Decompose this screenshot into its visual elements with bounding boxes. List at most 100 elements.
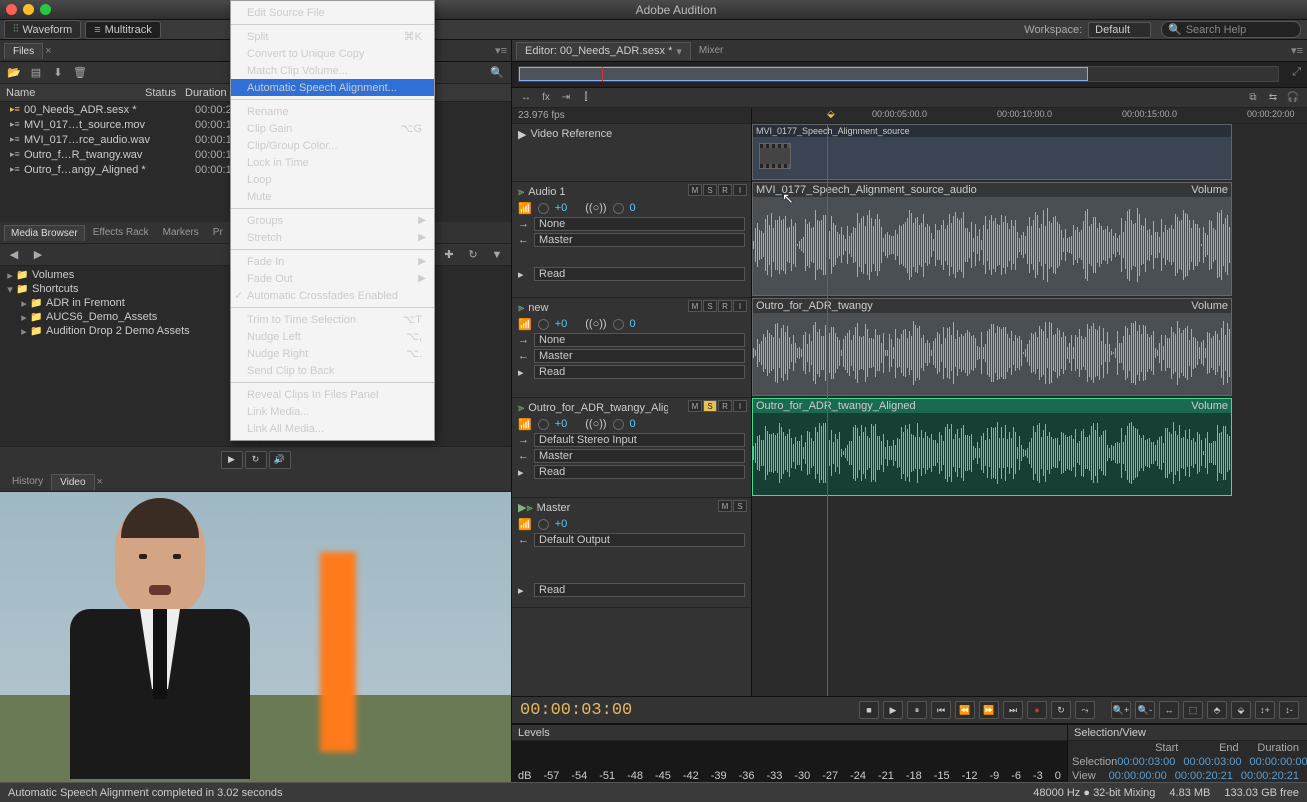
monitor-button[interactable]: I <box>733 300 747 312</box>
close-window-button[interactable] <box>6 4 17 15</box>
track-header-master[interactable]: ▶⫸Master M S 📶+0 ←Default Output ▸Read <box>512 498 751 608</box>
col-duration[interactable]: Duration <box>185 87 233 99</box>
video-clip[interactable]: MVI_0177_Speech_Alignment_source <box>752 124 1232 180</box>
menu-item[interactable]: Reveal Clips In Files Panel <box>231 386 434 403</box>
editor-panel-menu-icon[interactable]: ▾≡ <box>1291 44 1303 57</box>
output-select[interactable]: Master <box>534 449 745 463</box>
track-header-new[interactable]: ⫸new M S R I 📶+0((○))0 →None ←Master ▸Re… <box>512 298 751 398</box>
tool-eq-icon[interactable]: ⫿ <box>578 91 594 105</box>
media-autoplay-button[interactable]: 🔊 <box>269 451 291 469</box>
arm-record-button[interactable]: R <box>718 300 732 312</box>
menu-item[interactable]: Automatic Speech Alignment... <box>231 79 434 96</box>
mixer-tab[interactable]: Mixer <box>691 43 731 58</box>
selview-duration[interactable]: 00:00:20:21 <box>1241 770 1307 782</box>
output-select[interactable]: Master <box>534 233 745 247</box>
mute-button[interactable]: M <box>688 184 702 196</box>
track-header-aligned[interactable]: ⫸Outro_for_ADR_twangy_Aligned M S R I 📶+… <box>512 398 751 498</box>
disclosure-icon[interactable]: ▸ <box>4 269 16 282</box>
volume-knob[interactable] <box>538 319 549 330</box>
monitor-button[interactable]: I <box>733 400 747 412</box>
refresh-icon[interactable]: ↻ <box>465 248 481 262</box>
menu-item[interactable]: Nudge Right⌥. <box>231 345 434 362</box>
output-select[interactable]: Master <box>534 349 745 363</box>
media-tab[interactable]: Effects Rack <box>87 225 155 240</box>
playhead[interactable] <box>827 124 828 696</box>
tree-item[interactable]: ▸📁Volumes <box>4 268 255 282</box>
media-tab[interactable]: Pr <box>207 225 229 240</box>
menu-item[interactable]: Fade In▶ <box>231 253 434 270</box>
zoom-window-button[interactable] <box>40 4 51 15</box>
multitrack-view-button[interactable]: ≡ Multitrack <box>85 21 160 39</box>
mute-button[interactable]: M <box>688 400 702 412</box>
zoom-in-point-button[interactable]: ⬘ <box>1207 701 1227 719</box>
menu-item[interactable]: Rename <box>231 103 434 120</box>
open-file-icon[interactable]: 📂 <box>6 66 22 80</box>
tool-send-icon[interactable]: ⇥ <box>558 91 574 105</box>
menu-item[interactable]: Fade Out▶ <box>231 270 434 287</box>
zoom-in-vert-button[interactable]: ↕+ <box>1255 701 1275 719</box>
audio-clip-aligned[interactable]: Outro_for_ADR_twangy_AlignedVolume <box>752 398 1232 496</box>
media-loop-button[interactable]: ↻ <box>245 451 267 469</box>
zoom-full-icon[interactable]: ⤢ <box>1292 66 1301 79</box>
arm-record-button[interactable]: R <box>718 184 732 196</box>
timeline-ruler[interactable]: ⬙ 00:00:05:00.0 00:00:10:00.0 00:00:15:0… <box>752 108 1307 124</box>
output-select[interactable]: Default Output <box>534 533 745 547</box>
loop-button[interactable]: ↻ <box>1051 701 1071 719</box>
tool-snap-icon[interactable]: ⧉ <box>1245 91 1261 105</box>
track-lanes[interactable]: MVI_0177_Speech_Alignment_source MVI_017… <box>752 124 1307 696</box>
zoom-selection-button[interactable]: ⬚ <box>1183 701 1203 719</box>
menu-item[interactable]: Mute <box>231 188 434 205</box>
disclosure-icon[interactable]: ▸ <box>18 311 30 324</box>
close-tab-icon[interactable]: × <box>45 45 51 57</box>
tree-item[interactable]: ▸📁ADR in Fremont <box>4 296 255 310</box>
go-start-button[interactable]: ⏮ <box>931 701 951 719</box>
panel-menu-icon[interactable]: ▾≡ <box>495 44 507 57</box>
solo-button[interactable]: S <box>733 500 747 512</box>
search-help-input[interactable]: 🔍 Search Help <box>1161 21 1301 38</box>
input-select[interactable]: None <box>534 217 745 231</box>
menu-item[interactable]: Split⌘K <box>231 28 434 45</box>
selview-end[interactable]: 00:00:20:21 <box>1175 770 1241 782</box>
track-header-video[interactable]: ▶Video Reference <box>512 124 751 182</box>
play-button[interactable]: ▶ <box>883 701 903 719</box>
input-select[interactable]: Default Stereo Input <box>534 433 745 447</box>
col-status[interactable]: Status <box>145 87 185 99</box>
automation-select[interactable]: Read <box>534 267 745 281</box>
disclosure-icon[interactable]: ▸ <box>18 297 30 310</box>
disclosure-icon[interactable]: ▸ <box>18 325 30 338</box>
tool-ripple-icon[interactable]: ⇆ <box>1265 91 1281 105</box>
forward-button[interactable]: ⏩ <box>979 701 999 719</box>
selview-duration[interactable]: 00:00:00:00 <box>1250 756 1307 768</box>
solo-button[interactable]: S <box>703 300 717 312</box>
menu-item[interactable]: ✓Automatic Crossfades Enabled <box>231 287 434 304</box>
rewind-button[interactable]: ⏪ <box>955 701 975 719</box>
media-play-button[interactable]: ▶ <box>221 451 243 469</box>
workspace-dropdown[interactable]: Default <box>1088 22 1151 38</box>
selview-end[interactable]: 00:00:03:00 <box>1183 756 1249 768</box>
pan-knob[interactable] <box>613 203 624 214</box>
volume-knob[interactable] <box>538 519 549 530</box>
history-tab[interactable]: History <box>4 474 51 489</box>
zoom-out-point-button[interactable]: ⬙ <box>1231 701 1251 719</box>
menu-item[interactable]: Convert to Unique Copy <box>231 45 434 62</box>
tree-item[interactable]: ▸📁Audition Drop 2 Demo Assets <box>4 324 255 338</box>
files-tab[interactable]: Files <box>4 43 43 59</box>
menu-item[interactable]: Loop <box>231 171 434 188</box>
solo-button[interactable]: S <box>703 184 717 196</box>
arm-record-button[interactable]: R <box>718 400 732 412</box>
waveform-view-button[interactable]: ⫶⫶ Waveform <box>4 20 81 39</box>
menu-item[interactable]: Match Clip Volume... <box>231 62 434 79</box>
media-tab[interactable]: Markers <box>157 225 205 240</box>
col-name[interactable]: Name <box>0 87 145 99</box>
menu-item[interactable]: Stretch▶ <box>231 229 434 246</box>
tree-item[interactable]: ▸📁AUCS6_Demo_Assets <box>4 310 255 324</box>
automation-select[interactable]: Read <box>534 465 745 479</box>
pan-knob[interactable] <box>613 419 624 430</box>
menu-item[interactable]: Clip/Group Color... <box>231 137 434 154</box>
selview-start[interactable]: 00:00:03:00 <box>1117 756 1183 768</box>
editor-tab[interactable]: Editor: 00_Needs_ADR.sesx * ▾ <box>516 42 691 60</box>
minimize-window-button[interactable] <box>23 4 34 15</box>
selview-tab[interactable]: Selection/View <box>1074 727 1146 739</box>
audio-clip-audio1[interactable]: MVI_0177_Speech_Alignment_source_audioVo… <box>752 182 1232 296</box>
tree-item[interactable]: ▾📁Shortcuts <box>4 282 255 296</box>
